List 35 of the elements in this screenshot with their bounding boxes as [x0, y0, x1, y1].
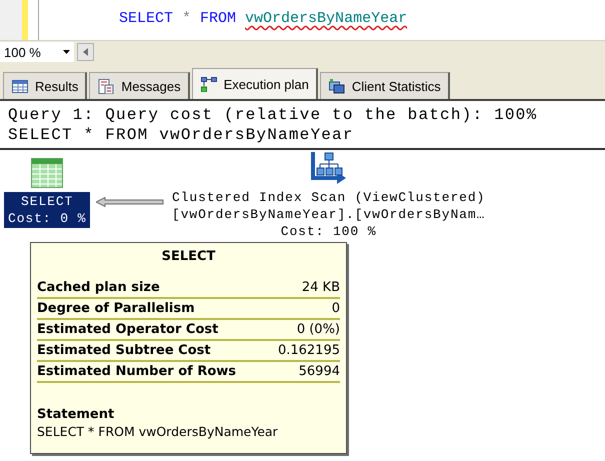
statement-text: SELECT * FROM vwOrdersByNameYear: [37, 424, 278, 439]
plan-diagram-icon: [200, 76, 217, 92]
connector-arrow: [96, 197, 164, 207]
operator-label: SELECT Cost: 0 %: [4, 192, 90, 228]
property-value: 24 KB: [302, 280, 340, 296]
zoom-combobox[interactable]: 100 %: [0, 42, 74, 62]
tooltip-title: SELECT: [162, 249, 216, 264]
monitor-icon: [328, 78, 345, 94]
property-name: Estimated Subtree Cost: [37, 343, 211, 359]
tab[interactable]: Execution plan: [192, 68, 318, 99]
statement-label: Statement: [37, 407, 114, 422]
dropdown-arrow-icon: [63, 50, 70, 54]
editor-gutter: [0, 0, 22, 40]
property-name: Degree of Parallelism: [37, 301, 195, 317]
scroll-left-button[interactable]: [77, 43, 94, 61]
document-icon: [98, 78, 114, 94]
tab[interactable]: Messages: [89, 72, 190, 99]
operator-label: Clustered Index Scan (ViewClustered) [vwOrdersByNameYear].[vwOrdersByNam… Cost: 100 %: [171, 189, 486, 241]
change-marker: [22, 0, 28, 40]
grid-icon: [12, 78, 28, 94]
property-value: 0: [332, 301, 340, 317]
tab[interactable]: Results: [3, 72, 88, 99]
property-name: Estimated Number of Rows: [37, 364, 236, 380]
property-value: 56994: [298, 364, 340, 380]
table-icon[interactable]: [31, 158, 64, 188]
property-value: 0.162195: [278, 343, 340, 359]
property-name: Cached plan size: [37, 280, 160, 296]
code-line: SELECT * FROM vwOrdersByNameYear: [118, 9, 408, 29]
index-tree-icon[interactable]: [310, 150, 347, 184]
property-name: Estimated Operator Cost: [37, 322, 218, 338]
property-value: 0 (0%): [296, 322, 340, 338]
left-arrow-icon: [83, 48, 88, 56]
query-text: SELECT * FROM vwOrdersByNameYear: [8, 125, 354, 145]
query-text: Query 1: Query cost (relative to the batch): 100%: [8, 105, 538, 125]
tab[interactable]: Client Statistics: [320, 72, 450, 99]
